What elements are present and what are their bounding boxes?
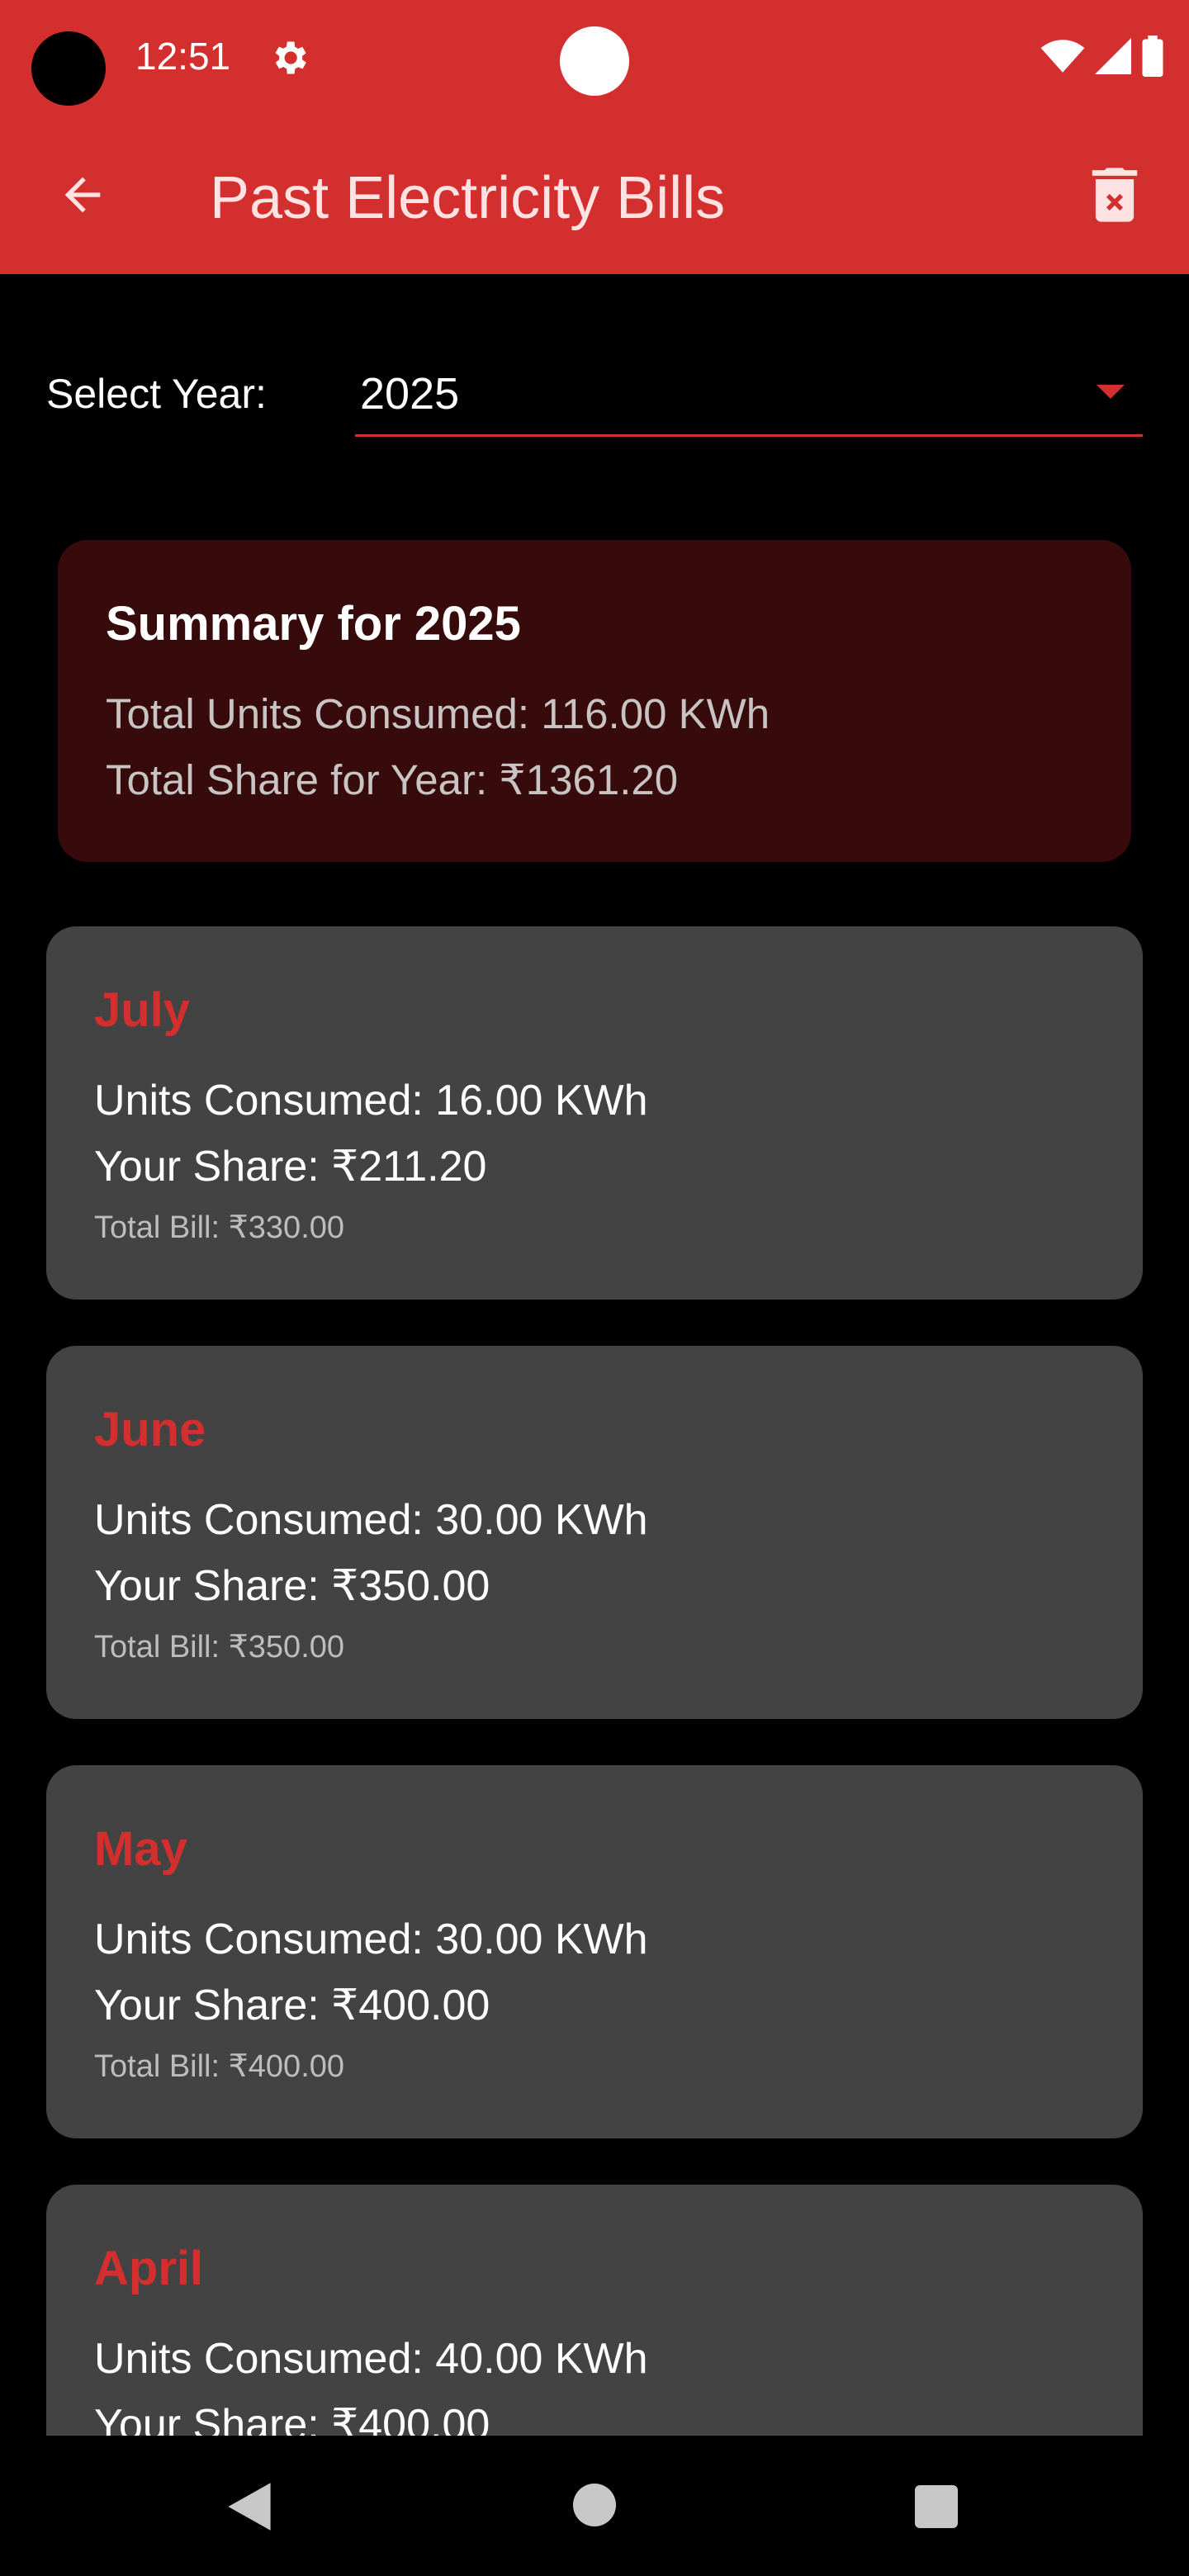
page-title: Past Electricity Bills xyxy=(210,165,726,231)
delete-all-button[interactable] xyxy=(1080,160,1149,230)
nav-home-icon[interactable] xyxy=(573,2484,616,2526)
month-share: Your Share: ₹350.00 xyxy=(94,1562,490,1610)
back-button[interactable] xyxy=(48,160,117,230)
month-units: Units Consumed: 40.00 KWh xyxy=(94,2335,648,2383)
delete-forever-icon xyxy=(1092,168,1138,222)
month-card-may[interactable]: May Units Consumed: 30.00 KWh Your Share… xyxy=(46,1765,1143,2138)
nav-recents-icon[interactable] xyxy=(915,2485,958,2528)
year-dropdown-value: 2025 xyxy=(360,369,460,419)
status-time: 12:51 xyxy=(135,35,231,78)
dropdown-arrow-icon xyxy=(1097,385,1125,399)
year-selector-row: Select Year: 2025 xyxy=(46,355,1143,438)
month-card-april[interactable]: April Units Consumed: 40.00 KWh Your Sha… xyxy=(46,2185,1143,2436)
screen: 12:51 Past Electricity Bills Select Year… xyxy=(0,0,1189,2576)
year-summary-card: Summary for 2025 Total Units Consumed: 1… xyxy=(58,540,1131,862)
wifi-icon xyxy=(1040,40,1085,73)
month-share: Your Share: ₹211.20 xyxy=(94,1143,487,1191)
summary-title: Summary for 2025 xyxy=(106,597,521,651)
year-label: Select Year: xyxy=(46,371,267,417)
system-nav-bar xyxy=(0,2436,1189,2576)
summary-total-units: Total Units Consumed: 116.00 KWh xyxy=(106,690,770,737)
month-total-bill: Total Bill: ₹350.00 xyxy=(94,1630,345,1664)
camera-cutout xyxy=(31,31,106,106)
month-share: Your Share: ₹400.00 xyxy=(94,1982,490,2029)
bills-list[interactable]: July Units Consumed: 16.00 KWh Your Shar… xyxy=(0,862,1189,2436)
month-total-bill: Total Bill: ₹330.00 xyxy=(94,1210,345,1245)
arrow-back-icon xyxy=(64,177,101,213)
month-card-june[interactable]: June Units Consumed: 30.00 KWh Your Shar… xyxy=(46,1346,1143,1719)
status-icons xyxy=(1040,33,1164,79)
month-units: Units Consumed: 30.00 KWh xyxy=(94,1496,648,1544)
summary-total-share: Total Share for Year: ₹1361.20 xyxy=(106,756,679,803)
camera-indicator-dot xyxy=(560,26,629,96)
year-dropdown[interactable]: 2025 xyxy=(355,355,1143,437)
month-units: Units Consumed: 30.00 KWh xyxy=(94,1915,648,1963)
nav-back-icon[interactable] xyxy=(223,2480,276,2533)
month-share: Your Share: ₹400.00 xyxy=(94,2401,490,2436)
month-card-july[interactable]: July Units Consumed: 16.00 KWh Your Shar… xyxy=(46,926,1143,1300)
signal-icon xyxy=(1095,38,1131,74)
month-units: Units Consumed: 16.00 KWh xyxy=(94,1077,648,1125)
app-bar: Past Electricity Bills xyxy=(0,124,1189,274)
battery-icon xyxy=(1142,36,1163,77)
month-name: May xyxy=(94,1822,187,1876)
month-name: June xyxy=(94,1403,206,1456)
status-bar: 12:51 xyxy=(0,0,1189,124)
month-total-bill: Total Bill: ₹400.00 xyxy=(94,2049,345,2084)
month-name: April xyxy=(94,2242,204,2295)
month-name: July xyxy=(94,983,191,1037)
settings-icon xyxy=(275,41,306,74)
